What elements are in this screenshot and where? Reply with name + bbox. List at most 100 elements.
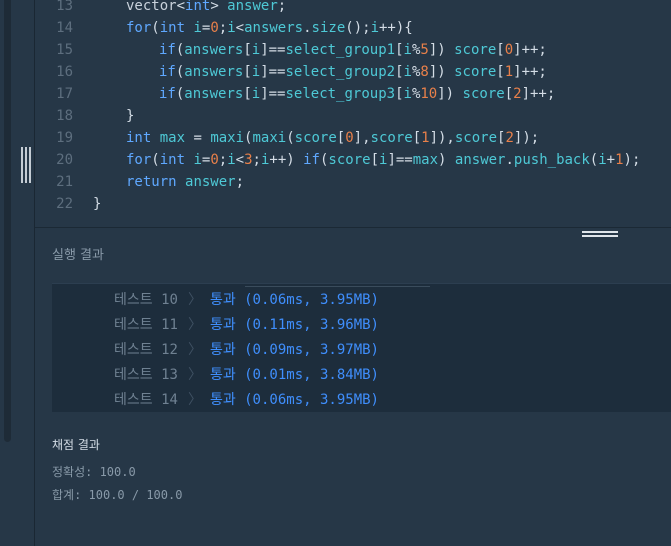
panel-divider (35, 227, 671, 228)
rail-scrollbar[interactable] (4, 0, 11, 442)
code-token: [ (504, 86, 514, 102)
code-text: if(answers[i]==select_group1[i%5]) score… (159, 39, 547, 61)
code-token: int (159, 152, 186, 168)
code-line[interactable]: 22} (35, 193, 671, 215)
code-token: ]++; (521, 86, 556, 102)
code-token: . (303, 20, 312, 36)
code-token: ]== (260, 42, 286, 58)
code-token: 0 (210, 20, 219, 36)
code-text: return answer; (126, 171, 244, 193)
code-token: answers (244, 20, 304, 36)
code-token: < (235, 152, 245, 168)
code-token: ( (286, 130, 295, 146)
code-token: [ (243, 64, 252, 80)
test-results-list[interactable]: 테스트 10 〉 통과 (0.06ms, 3.95MB) 테스트 11 〉 통과 (0.1… (52, 283, 671, 412)
total-score: 합계: 100.0 / 100.0 (52, 488, 183, 502)
code-token: ]== (387, 152, 413, 168)
panel-resize-handle[interactable] (20, 147, 32, 183)
code-token: ]) (437, 86, 463, 102)
code-token: for (126, 20, 152, 36)
code-token: int (185, 0, 211, 14)
code-editor[interactable]: 13 vector<int> answer; 14 for(int i=0;i<ans… (35, 0, 671, 227)
test-status: 통과 (0.09ms, 3.97MB) (209, 342, 379, 358)
code-token: if (303, 152, 320, 168)
chevron-right-icon: 〉 (187, 342, 202, 358)
code-token: ); (623, 152, 641, 168)
test-result-row[interactable]: 테스트 11 〉 통과 (0.11ms, 3.96MB) (114, 314, 379, 336)
code-token: [ (496, 64, 505, 80)
code-token: ]++; (513, 64, 547, 80)
code-token: + (606, 152, 616, 168)
code-token: for (126, 152, 152, 168)
code-token: i (193, 152, 202, 168)
code-token: 1 (615, 152, 624, 168)
code-token: i (370, 20, 379, 36)
accuracy-score: 정확성: 100.0 (52, 465, 136, 479)
code-token: select_group2 (285, 64, 396, 80)
code-token: answers (184, 42, 244, 58)
code-token: size (311, 20, 346, 36)
test-result-row[interactable]: 테스트 13 〉 통과 (0.01ms, 3.84MB) (114, 364, 379, 386)
test-name: 테스트 14 (114, 392, 178, 408)
code-token: score (370, 130, 413, 146)
code-token: i (193, 20, 202, 36)
code-token: ++){ (379, 20, 413, 36)
test-status: 통과 (0.01ms, 3.84MB) (209, 367, 379, 383)
code-token: i (403, 64, 412, 80)
test-result-row[interactable]: 테스트 14 〉 통과 (0.06ms, 3.95MB) (114, 389, 379, 411)
code-token: ]); (513, 130, 540, 146)
code-token: 0 (345, 130, 354, 146)
code-text: vector<int> answer; (126, 0, 286, 17)
code-token: (); (345, 20, 371, 36)
code-token: ( (589, 152, 599, 168)
test-status: 통과 (0.11ms, 3.96MB) (209, 317, 379, 333)
code-token: score (454, 42, 497, 58)
test-result-row[interactable]: 테스트 10 〉 통과 (0.06ms, 3.95MB) (114, 289, 379, 311)
code-line[interactable]: 14 for(int i=0;i<answers.size();i++){ (35, 17, 671, 39)
code-token: i (251, 64, 261, 80)
test-status: 통과 (0.06ms, 3.95MB) (209, 292, 379, 308)
test-result-row[interactable]: 테스트 12 〉 통과 (0.09ms, 3.97MB) (114, 339, 379, 361)
code-line[interactable]: 16 if(answers[i]==select_group2[i%8]) sco… (35, 61, 671, 83)
drag-handle-icon[interactable] (582, 231, 618, 240)
code-token: maxi (210, 130, 245, 146)
line-number: 13 (56, 0, 73, 14)
code-token: ; (218, 20, 228, 36)
code-token: score (294, 130, 337, 146)
grading-title: 채점 결과 (52, 438, 100, 452)
code-token: ; (235, 174, 245, 190)
code-token: if (159, 86, 176, 102)
code-token: i (403, 86, 412, 102)
code-token: answer (227, 0, 278, 14)
test-name: 테스트 12 (114, 342, 178, 358)
code-token: 0 (504, 42, 514, 58)
code-line[interactable]: 18} (35, 105, 671, 127)
line-number: 19 (56, 130, 73, 146)
code-token: [ (496, 42, 505, 58)
code-text: } (126, 105, 134, 127)
code-line[interactable]: 20 for(int i=0;i<3;i++) if(score[i]==max)… (35, 149, 671, 171)
code-token: score (328, 152, 371, 168)
code-line[interactable]: 21 return answer; (35, 171, 671, 193)
code-token: i (251, 86, 261, 102)
code-token: if (159, 42, 176, 58)
chevron-right-icon: 〉 (187, 317, 202, 333)
code-line[interactable]: 17 if(answers[i]==select_group3[i%10]) sc… (35, 83, 671, 105)
code-text: for(int i=0;i<3;i++) if(score[i]==max) a… (126, 149, 640, 171)
code-token: vector (126, 0, 177, 14)
code-token: ( (151, 20, 160, 36)
line-number: 15 (56, 42, 73, 58)
code-token: ( (151, 152, 160, 168)
code-token: [ (336, 130, 346, 146)
code-token: ], (353, 130, 371, 146)
code-line[interactable]: 19 int max = maxi(maxi(score[0],score[1])… (35, 127, 671, 149)
code-line[interactable]: 13 vector<int> answer; (35, 0, 671, 17)
left-rail (0, 0, 35, 546)
code-token: } (93, 196, 102, 212)
run-result-title: 실행 결과 (52, 248, 104, 263)
code-token: i (403, 42, 412, 58)
code-token: ++) (269, 152, 304, 168)
code-line[interactable]: 15 if(answers[i]==select_group1[i%5]) sco… (35, 39, 671, 61)
code-token: 2 (513, 86, 522, 102)
code-token: i (227, 20, 236, 36)
